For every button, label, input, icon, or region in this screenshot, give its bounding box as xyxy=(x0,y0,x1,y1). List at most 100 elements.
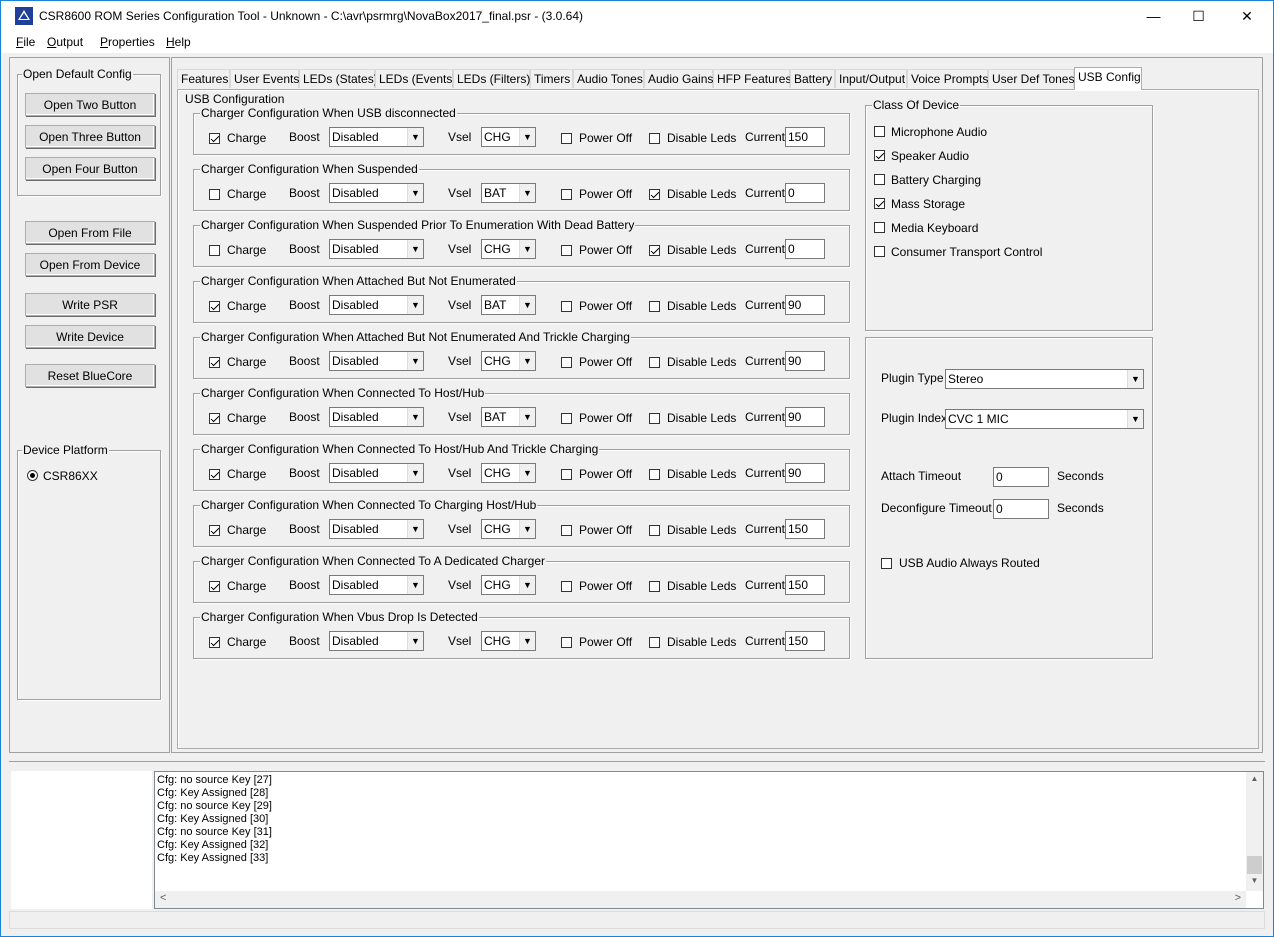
tab-user-def-tones[interactable]: User Def Tones xyxy=(988,69,1074,88)
class-of-device-checkbox[interactable] xyxy=(874,126,885,137)
disable-leds-checkbox[interactable] xyxy=(649,581,660,592)
vsel-select[interactable]: BAT ▼ xyxy=(481,407,536,427)
vsel-select[interactable]: CHG ▼ xyxy=(481,631,536,651)
current-input[interactable]: 90 xyxy=(785,463,825,483)
disable-leds-checkbox[interactable] xyxy=(649,133,660,144)
class-of-device-checkbox[interactable] xyxy=(874,222,885,233)
vsel-select[interactable]: BAT ▼ xyxy=(481,295,536,315)
scroll-left-icon[interactable]: < xyxy=(160,892,166,904)
class-of-device-checkbox[interactable] xyxy=(874,150,885,161)
tab-user-events[interactable]: User Events xyxy=(230,69,299,88)
attach-timeout-input[interactable]: 0 xyxy=(993,467,1049,487)
disable-leds-checkbox[interactable] xyxy=(649,637,660,648)
open-three-button[interactable]: Open Three Button xyxy=(25,125,155,148)
disable-leds-checkbox[interactable] xyxy=(649,357,660,368)
open-from-file-button[interactable]: Open From File xyxy=(25,221,155,244)
open-from-device-button[interactable]: Open From Device xyxy=(25,253,155,276)
usb-audio-always-routed-checkbox[interactable] xyxy=(881,558,892,569)
power-off-checkbox[interactable] xyxy=(561,301,572,312)
charge-checkbox[interactable] xyxy=(209,133,220,144)
vsel-select[interactable]: BAT ▼ xyxy=(481,183,536,203)
tab-hfp-features[interactable]: HFP Features xyxy=(713,69,791,88)
current-input[interactable]: 90 xyxy=(785,295,825,315)
charge-checkbox[interactable] xyxy=(209,525,220,536)
scroll-down-icon[interactable]: ▼ xyxy=(1246,876,1263,885)
current-input[interactable]: 0 xyxy=(785,239,825,259)
plugin-type-select[interactable]: Stereo ▼ xyxy=(945,369,1144,389)
tab-timers[interactable]: Timers xyxy=(530,69,573,88)
current-input[interactable]: 90 xyxy=(785,407,825,427)
power-off-checkbox[interactable] xyxy=(561,581,572,592)
power-off-checkbox[interactable] xyxy=(561,357,572,368)
power-off-checkbox[interactable] xyxy=(561,525,572,536)
open-four-button[interactable]: Open Four Button xyxy=(25,157,155,180)
scroll-right-icon[interactable]: > xyxy=(1235,892,1241,904)
boost-select[interactable]: Disabled ▼ xyxy=(329,631,424,651)
class-of-device-checkbox[interactable] xyxy=(874,198,885,209)
charge-checkbox[interactable] xyxy=(209,245,220,256)
power-off-checkbox[interactable] xyxy=(561,469,572,480)
vertical-scrollbar[interactable]: ▲ ▼ xyxy=(1246,772,1263,891)
tab-features[interactable]: Features xyxy=(177,69,230,88)
log-textbox[interactable]: Cfg: no source Key [27] Cfg: Key Assigned… xyxy=(154,771,1264,909)
charge-checkbox[interactable] xyxy=(209,189,220,200)
minimize-button[interactable]: — xyxy=(1131,1,1176,31)
power-off-checkbox[interactable] xyxy=(561,189,572,200)
boost-select[interactable]: Disabled ▼ xyxy=(329,407,424,427)
charge-checkbox[interactable] xyxy=(209,413,220,424)
tab-audio-gains[interactable]: Audio Gains xyxy=(644,69,713,88)
charge-checkbox[interactable] xyxy=(209,469,220,480)
plugin-index-select[interactable]: CVC 1 MIC ▼ xyxy=(945,409,1144,429)
boost-select[interactable]: Disabled ▼ xyxy=(329,183,424,203)
disable-leds-checkbox[interactable] xyxy=(649,189,660,200)
tab-input-output[interactable]: Input/Output xyxy=(835,69,907,88)
current-input[interactable]: 150 xyxy=(785,575,825,595)
close-button[interactable]: ✕ xyxy=(1221,1,1273,31)
current-input[interactable]: 90 xyxy=(785,351,825,371)
current-input[interactable]: 150 xyxy=(785,631,825,651)
power-off-checkbox[interactable] xyxy=(561,133,572,144)
write-device-button[interactable]: Write Device xyxy=(25,325,155,348)
horizontal-scrollbar[interactable]: < > xyxy=(155,891,1246,908)
boost-select[interactable]: Disabled ▼ xyxy=(329,127,424,147)
reset-bluecore-button[interactable]: Reset BlueCore xyxy=(25,364,155,387)
tab-battery[interactable]: Battery xyxy=(790,69,835,88)
scroll-up-icon[interactable]: ▲ xyxy=(1246,774,1263,783)
boost-select[interactable]: Disabled ▼ xyxy=(329,463,424,483)
vsel-select[interactable]: CHG ▼ xyxy=(481,519,536,539)
current-input[interactable]: 150 xyxy=(785,127,825,147)
vsel-select[interactable]: CHG ▼ xyxy=(481,575,536,595)
charge-checkbox[interactable] xyxy=(209,357,220,368)
charge-checkbox[interactable] xyxy=(209,301,220,312)
class-of-device-checkbox[interactable] xyxy=(874,174,885,185)
tab-voice-prompts[interactable]: Voice Prompts xyxy=(907,69,988,88)
boost-select[interactable]: Disabled ▼ xyxy=(329,295,424,315)
disable-leds-checkbox[interactable] xyxy=(649,413,660,424)
platform-radio[interactable] xyxy=(27,470,38,481)
maximize-button[interactable]: ☐ xyxy=(1176,1,1221,31)
class-of-device-checkbox[interactable] xyxy=(874,246,885,257)
boost-select[interactable]: Disabled ▼ xyxy=(329,239,424,259)
boost-select[interactable]: Disabled ▼ xyxy=(329,519,424,539)
disable-leds-checkbox[interactable] xyxy=(649,245,660,256)
write-psr-button[interactable]: Write PSR xyxy=(25,293,155,316)
vsel-select[interactable]: CHG ▼ xyxy=(481,127,536,147)
tab-leds-states[interactable]: LEDs (States) xyxy=(299,69,378,88)
menu-output[interactable]: Output xyxy=(47,35,83,49)
vsel-select[interactable]: CHG ▼ xyxy=(481,239,536,259)
menu-help[interactable]: Help xyxy=(166,35,191,49)
tab-usb-config[interactable]: USB Config xyxy=(1074,67,1142,90)
disable-leds-checkbox[interactable] xyxy=(649,301,660,312)
tab-leds-events[interactable]: LEDs (Events) xyxy=(375,69,456,88)
tab-audio-tones[interactable]: Audio Tones xyxy=(573,69,644,88)
power-off-checkbox[interactable] xyxy=(561,245,572,256)
menu-properties[interactable]: Properties xyxy=(100,35,155,49)
charge-checkbox[interactable] xyxy=(209,637,220,648)
disable-leds-checkbox[interactable] xyxy=(649,525,660,536)
menu-file[interactable]: File xyxy=(16,35,35,49)
current-input[interactable]: 150 xyxy=(785,519,825,539)
open-two-button[interactable]: Open Two Button xyxy=(25,93,155,116)
deconfigure-timeout-input[interactable]: 0 xyxy=(993,499,1049,519)
scrollbar-thumb[interactable] xyxy=(1247,856,1262,874)
power-off-checkbox[interactable] xyxy=(561,413,572,424)
